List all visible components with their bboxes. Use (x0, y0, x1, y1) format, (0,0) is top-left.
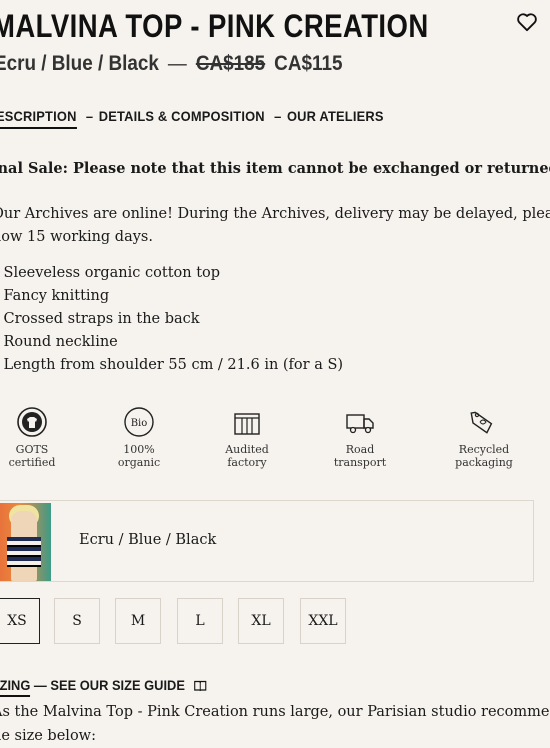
badge-label: Recycled packaging (455, 443, 513, 469)
final-sale-notice: inal Sale: Please note that this item ca… (0, 160, 550, 177)
old-price: CA$185 (195, 52, 266, 75)
sizing-header: IZING — SEE OUR SIZE GUIDE (0, 677, 207, 697)
badge-gots: GOTS certified (0, 405, 77, 469)
badge-organic: Bio 100% organic (94, 405, 184, 469)
badge-label: Road transport (333, 443, 387, 469)
sizing-recommendation: As the Malvina Top - Pink Creation runs … (0, 700, 550, 748)
badge-factory: Audited factory (202, 405, 292, 469)
feature-item: - Sleeveless organic cotton top (0, 265, 221, 281)
tag-icon (470, 411, 493, 434)
badge-label: GOTS certified (8, 443, 56, 469)
price-line: Ecru / Blue / Black — CA$185 CA$115 (0, 52, 342, 76)
feature-item: - Fancy knitting (0, 288, 110, 304)
size-option-xs[interactable]: XS (0, 598, 40, 644)
size-guide-link[interactable]: SEE OUR SIZE GUIDE (50, 677, 185, 693)
tab-separator: – (274, 108, 282, 124)
archives-line: llow 15 working days. (0, 229, 153, 245)
sizing-separator: — (33, 677, 47, 693)
bio-icon: Bio (124, 407, 154, 437)
tab-details-composition[interactable]: DETAILS & COMPOSITION (99, 108, 265, 124)
book-icon[interactable] (194, 680, 207, 691)
bio-icon-text: Bio (131, 418, 148, 429)
sizing-line: As the Malvina Top - Pink Creation runs … (0, 704, 550, 720)
feature-item: - Round neckline (0, 334, 118, 350)
feature-item: - Crossed straps in the back (0, 311, 200, 327)
archives-line: Our Archives are online! During the Arch… (0, 206, 550, 222)
sustainability-badges: GOTS certified Bio 100% organic Audited … (0, 405, 550, 475)
badge-label: Audited factory (225, 443, 269, 469)
product-title: MALVINA TOP - PINK CREATION (0, 8, 429, 44)
size-option-l[interactable]: L (177, 598, 223, 644)
badge-label: 100% organic (117, 443, 161, 469)
tab-our-ateliers[interactable]: OUR ATELIERS (287, 108, 384, 124)
sizing-line: he size below: (0, 728, 96, 744)
factory-icon (234, 413, 260, 435)
size-option-xl[interactable]: XL (238, 598, 284, 644)
color-variant-option[interactable]: Ecru / Blue / Black (0, 500, 534, 582)
variant-name: Ecru / Blue / Black (79, 532, 217, 548)
heart-icon[interactable] (516, 12, 538, 32)
tab-description[interactable]: ESCRIPTION (0, 108, 77, 129)
product-tabs: ESCRIPTION – DETAILS & COMPOSITION – OUR A… (0, 108, 384, 129)
gots-icon (17, 407, 47, 437)
size-option-s[interactable]: S (54, 598, 100, 644)
size-option-xxl[interactable]: XXL (300, 598, 346, 644)
truck-icon (346, 414, 374, 434)
badge-transport: Road transport (315, 405, 405, 469)
feature-list: - Sleeveless organic cotton top - Fancy … (0, 262, 343, 377)
tab-separator: – (85, 108, 94, 124)
price-dash: — (167, 52, 187, 75)
sizing-label: IZING (0, 677, 31, 697)
size-option-m[interactable]: M (115, 598, 161, 644)
product-color: Ecru / Blue / Black (0, 52, 159, 75)
feature-item: - Length from shoulder 55 cm / 21.6 in (… (0, 357, 344, 373)
variant-thumbnail (0, 503, 51, 581)
badge-packaging: Recycled packaging (439, 405, 529, 469)
sale-price: CA$115 (274, 52, 343, 75)
archives-notice: Our Archives are online! During the Arch… (0, 203, 550, 249)
